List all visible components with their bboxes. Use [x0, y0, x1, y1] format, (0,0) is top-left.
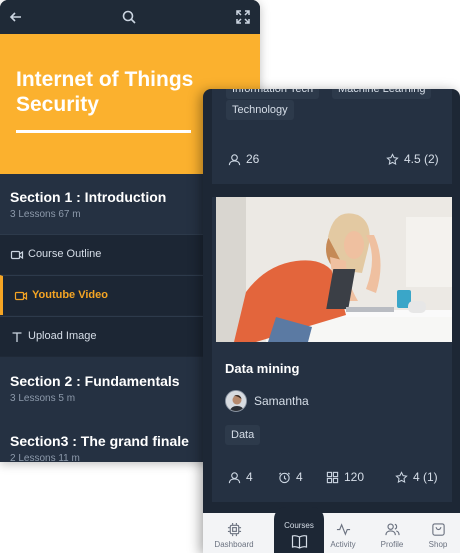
hero-progress-line	[16, 130, 191, 133]
star-icon	[395, 470, 408, 483]
course-thumbnail[interactable]	[216, 197, 452, 342]
fullscreen-icon[interactable]	[235, 9, 251, 25]
lesson-label: Course Outline	[28, 248, 102, 260]
category-tag[interactable]: Technology	[226, 100, 294, 120]
chip-icon	[227, 522, 241, 537]
author-avatar[interactable]	[225, 390, 247, 412]
tab-profile[interactable]: Profile	[367, 522, 417, 549]
grid-icon	[326, 471, 339, 483]
book-icon	[291, 535, 307, 549]
tab-shop[interactable]: Shop	[413, 522, 460, 549]
text-icon	[12, 332, 22, 342]
author-name[interactable]: Samantha	[254, 394, 309, 408]
player-topbar	[0, 0, 260, 34]
bottom-tab-bar: Dashboard Courses Activity Profile Shop	[203, 507, 460, 553]
star-icon	[386, 152, 399, 165]
rating: 4.5 (2)	[386, 152, 439, 166]
stressed-woman-laptop-image	[216, 197, 452, 342]
tab-activity[interactable]: Activity	[318, 522, 368, 549]
user-icon	[228, 471, 241, 483]
section-meta: 3 Lessons 67 m	[10, 209, 81, 220]
course-card[interactable]: Information Tech Machine Learning Techno…	[212, 89, 452, 184]
users-icon	[384, 523, 400, 536]
section-title: Section3 : The grand finale	[10, 433, 189, 449]
students-count: 26	[228, 152, 259, 166]
students-count: 4	[228, 470, 253, 484]
lesson-label: Youtube Video	[32, 289, 108, 301]
rating: 4 (1)	[395, 470, 438, 484]
category-tag[interactable]: Information Tech	[226, 89, 320, 99]
shopping-bag-icon	[431, 523, 445, 536]
video-icon	[10, 250, 24, 260]
back-arrow-icon[interactable]	[8, 9, 24, 25]
category-tag[interactable]: Data	[225, 425, 261, 445]
clock-icon	[278, 471, 291, 483]
lesson-label: Upload Image	[28, 330, 97, 342]
tab-courses[interactable]: Courses	[274, 521, 324, 549]
user-icon	[228, 153, 241, 165]
course-card[interactable]: Data mining Samantha Data 4 4 120 4 (1)	[212, 197, 452, 502]
search-icon[interactable]	[121, 9, 137, 25]
course-title[interactable]: Data mining	[225, 361, 299, 376]
app-screens: Internet of Things Security Section 1 : …	[0, 0, 460, 553]
tab-dashboard[interactable]: Dashboard	[209, 522, 259, 549]
section-title: Section 1 : Introduction	[10, 189, 167, 205]
video-icon	[14, 291, 28, 301]
section-meta: 2 Lessons 11 m	[10, 453, 80, 462]
section-meta: 3 Lessons 5 m	[10, 393, 76, 404]
category-tag[interactable]: Machine Learning	[332, 89, 432, 99]
course-list-screen: Information Tech Machine Learning Techno…	[203, 89, 460, 553]
duration: 4	[278, 470, 303, 484]
lessons-count: 120	[326, 470, 364, 484]
activity-icon	[336, 523, 350, 536]
avatar-image	[226, 391, 246, 411]
section-title: Section 2 : Fundamentals	[10, 373, 180, 389]
